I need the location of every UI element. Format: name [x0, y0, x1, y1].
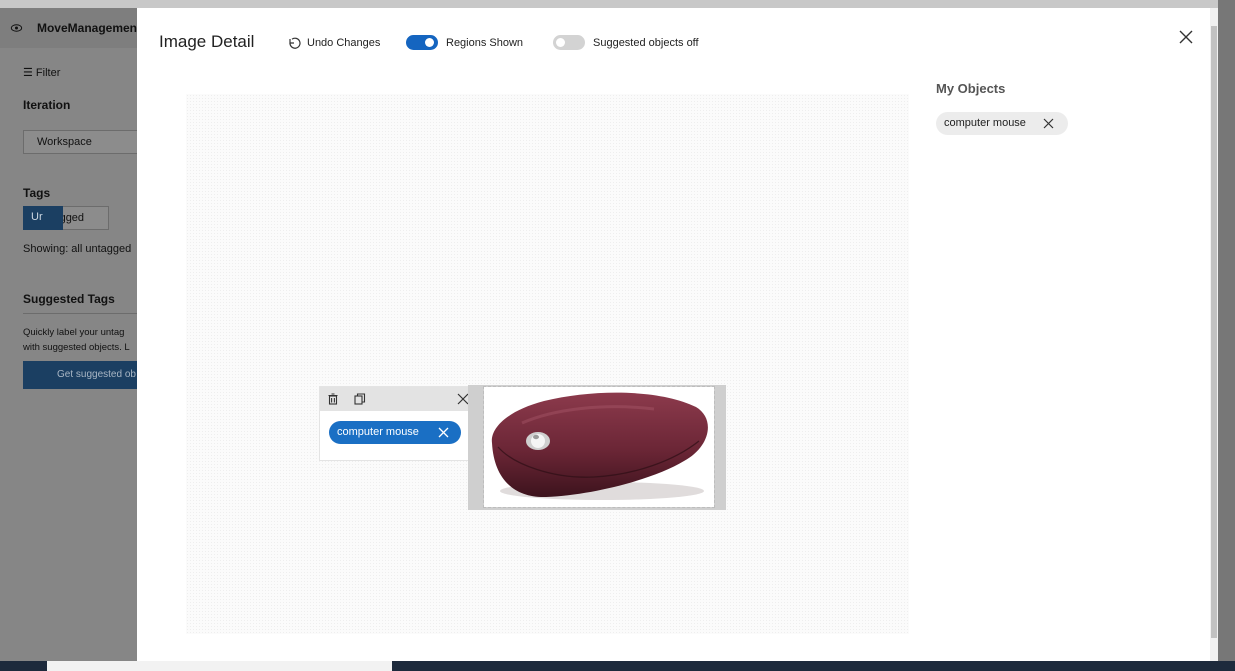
suggested-objects-toggle[interactable]: Suggested objects off — [553, 35, 699, 50]
image-canvas[interactable]: computer mouse — [186, 94, 909, 634]
untagged-button[interactable]: Ur — [23, 206, 63, 230]
copy-region-icon[interactable] — [353, 392, 367, 406]
remove-tag-icon[interactable] — [438, 427, 449, 438]
regions-shown-toggle[interactable]: Regions Shown — [406, 35, 523, 50]
regions-shown-label: Regions Shown — [446, 36, 524, 49]
remove-object-icon[interactable] — [1043, 118, 1054, 129]
suggested-tags-label: Suggested Tags — [23, 292, 115, 306]
divider — [23, 313, 143, 314]
get-suggested-button[interactable]: Get suggested ob — [23, 361, 153, 389]
region-bounding-box[interactable] — [468, 385, 726, 510]
close-icon[interactable] — [1178, 29, 1194, 45]
browser-strip — [0, 0, 1235, 8]
scrollbar[interactable] — [1210, 8, 1218, 661]
suggested-objects-label: Suggested objects off — [593, 36, 699, 49]
filter-link[interactable]: ☰ Filter — [23, 66, 60, 79]
taskbar — [0, 661, 1235, 671]
trash-icon[interactable] — [326, 392, 340, 406]
undo-icon — [289, 37, 301, 49]
suggested-help-text: Quickly label your untag with suggested o… — [23, 327, 130, 353]
modal-title: Image Detail — [159, 32, 255, 51]
eye-icon — [10, 24, 23, 32]
app-header: MoveManagemen — [0, 8, 137, 48]
app-name: MoveManagemen — [36, 21, 137, 35]
image-detail-modal: Image Detail Undo Changes Regions Shown … — [137, 8, 1210, 661]
computer-mouse-image — [491, 392, 708, 500]
region-tag-chip[interactable]: computer mouse — [329, 421, 461, 444]
photo — [483, 386, 715, 508]
region-toolbar — [320, 387, 475, 411]
my-object-label: computer mouse — [944, 117, 1026, 129]
region-tag-panel: computer mouse — [320, 387, 475, 460]
undo-label: Undo Changes — [307, 37, 381, 49]
sidebar: ☰ Filter Iteration Workspace Tags Tagged… — [0, 48, 153, 663]
my-object-chip[interactable]: computer mouse — [936, 112, 1068, 135]
showing-text: Showing: all untagged — [23, 243, 132, 255]
tags-label: Tags — [23, 186, 51, 200]
region-tag-label: computer mouse — [337, 426, 419, 438]
background-right-edge — [1218, 0, 1235, 671]
workspace-select[interactable]: Workspace — [23, 130, 153, 154]
undo-changes-button[interactable]: Undo Changes — [287, 36, 380, 50]
iteration-label: Iteration — [23, 98, 71, 112]
my-objects-title: My Objects — [936, 81, 1006, 96]
